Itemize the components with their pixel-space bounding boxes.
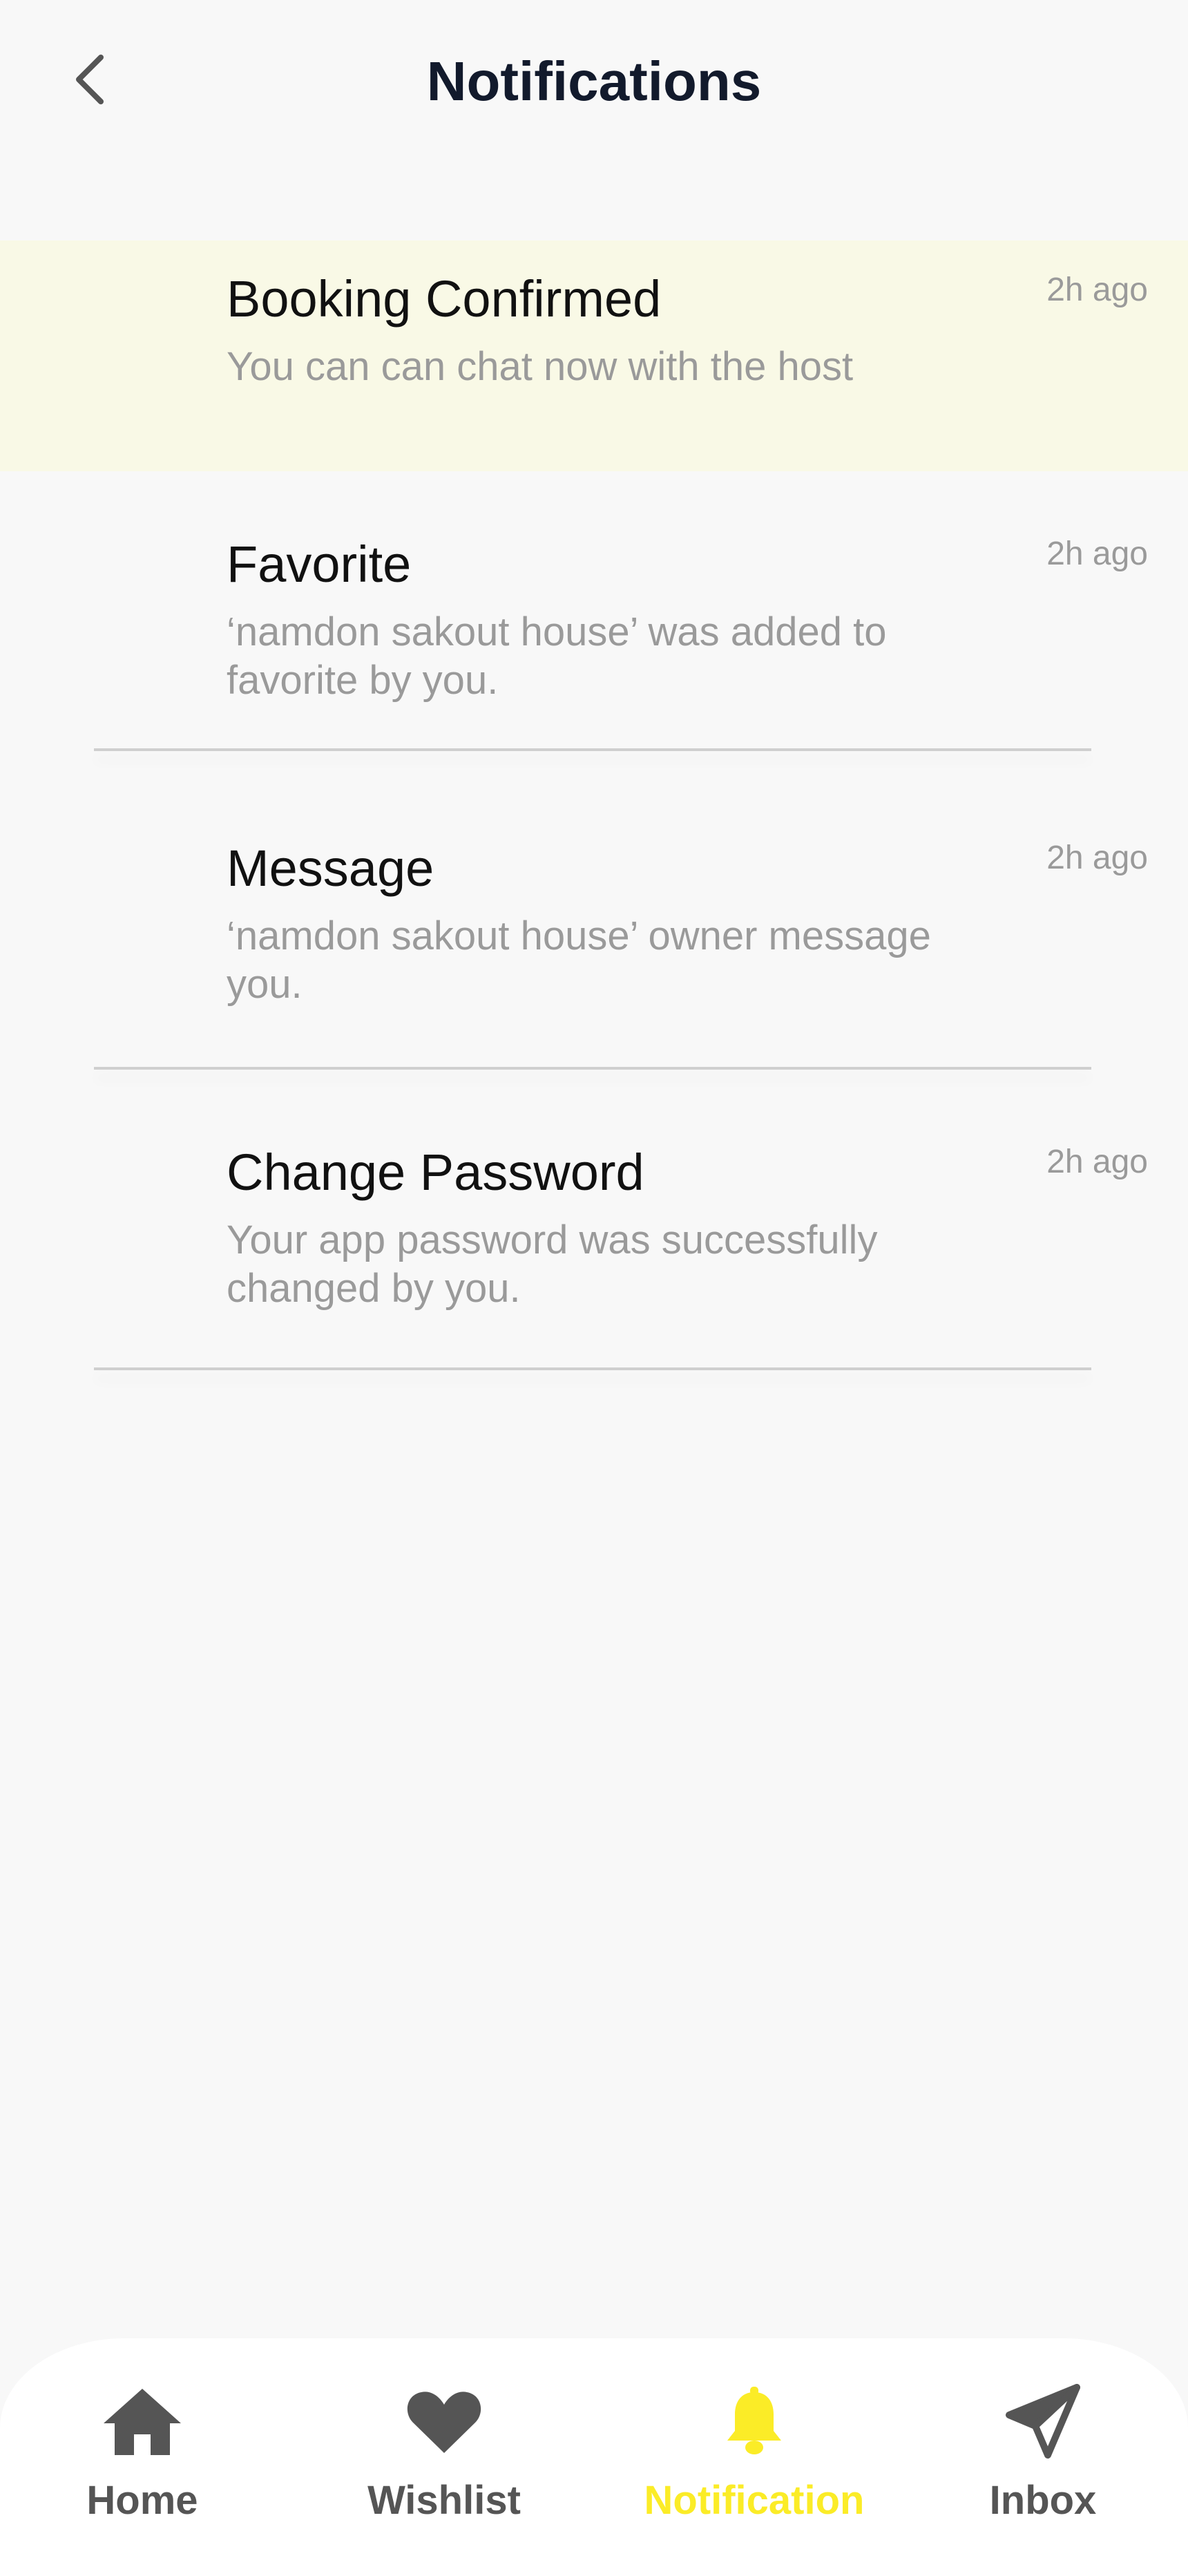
nav-item-notification[interactable]: Notification [623, 2338, 885, 2576]
header: Notifications [0, 0, 1188, 166]
notification-title: Change Password [227, 1144, 644, 1201]
nav-label: Wishlist [367, 2478, 521, 2523]
bottom-nav: Home Wishlist Notification Inbox [0, 2338, 1188, 2576]
page-title: Notifications [426, 50, 762, 112]
notification-body: ‘namdon sakout house’ owner message you. [227, 913, 931, 1007]
notification-title: Message [227, 840, 434, 897]
divider [94, 1067, 1091, 1070]
nav-label: Inbox [989, 2478, 1097, 2523]
notification-item-change-password[interactable]: Change Password Your app password was su… [0, 1112, 1188, 1361]
notification-item-message[interactable]: Message ‘namdon sakout house’ owner mess… [0, 808, 1188, 1057]
notification-item-favorite[interactable]: Favorite ‘namdon sakout house’ was added… [0, 504, 1188, 753]
home-icon [94, 2380, 191, 2463]
notification-body: ‘namdon sakout house’ was added to favor… [227, 609, 887, 703]
notification-body: Your app password was successfully chang… [227, 1218, 878, 1311]
bell-icon [706, 2380, 803, 2463]
divider [94, 1367, 1091, 1370]
divider [94, 748, 1091, 751]
nav-item-inbox[interactable]: Inbox [912, 2338, 1174, 2576]
heart-icon [396, 2380, 492, 2463]
notification-title: Favorite [227, 536, 412, 593]
notification-time: 2h ago [1046, 1144, 1148, 1180]
notification-item-booking-confirmed[interactable]: Booking Confirmed You can can chat now w… [0, 240, 1188, 471]
notification-time: 2h ago [1046, 840, 1148, 876]
nav-label: Home [86, 2478, 198, 2523]
send-icon [995, 2380, 1091, 2463]
notification-time: 2h ago [1046, 536, 1148, 572]
nav-item-home[interactable]: Home [11, 2338, 274, 2576]
notification-time: 2h ago [1046, 272, 1148, 308]
nav-label: Notification [644, 2478, 865, 2523]
nav-item-wishlist[interactable]: Wishlist [313, 2338, 575, 2576]
notification-body: You can can chat now with the host [227, 344, 854, 389]
notification-title: Booking Confirmed [227, 270, 662, 328]
